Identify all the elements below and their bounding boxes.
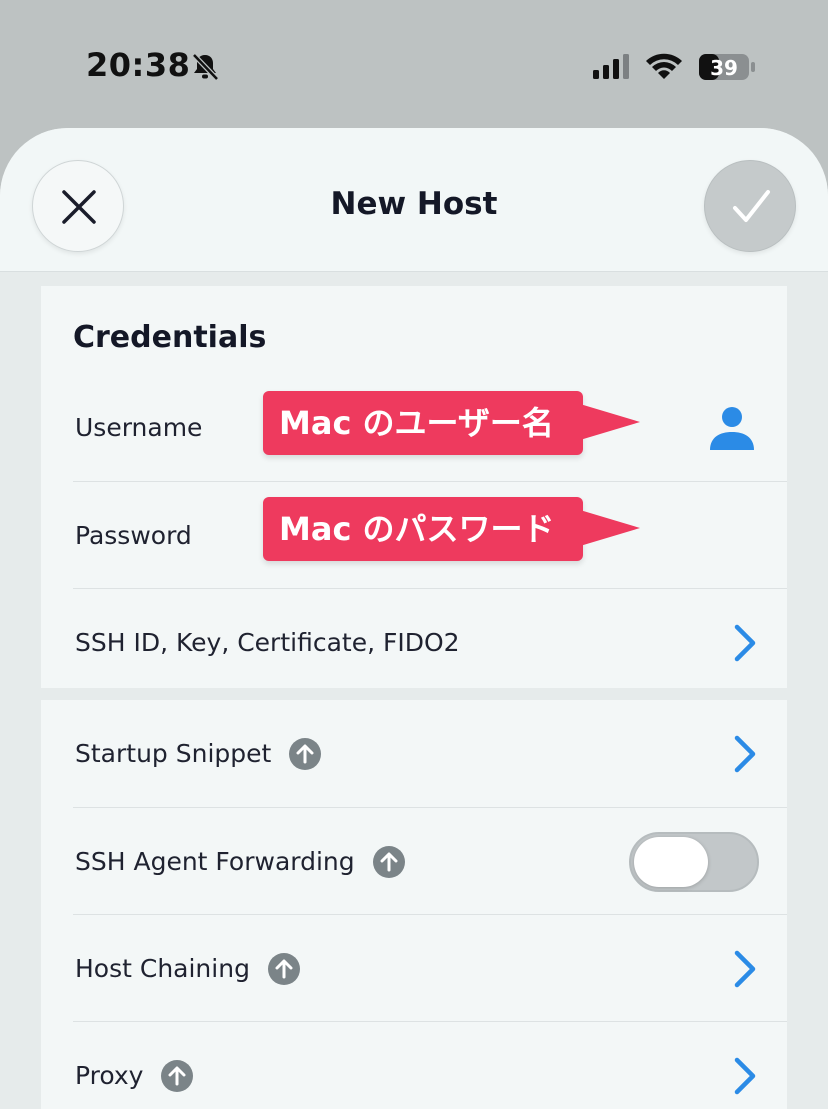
sheet-header: New Host (0, 128, 828, 272)
password-callout: Mac のパスワード (263, 497, 583, 561)
proxy-row[interactable]: Proxy (73, 1021, 787, 1109)
username-callout-tail (580, 404, 640, 440)
status-bar: 20:38 39 (0, 0, 828, 128)
ssh-agent-forwarding-row: SSH Agent Forwarding (73, 807, 787, 914)
status-time: 20:38 (86, 46, 191, 84)
advanced-section: Startup Snippet SSH Agent Forwarding Hos… (41, 700, 787, 1109)
battery-icon: 39 (699, 54, 755, 80)
wifi-icon (646, 53, 682, 79)
upgrade-arrow-icon (161, 1059, 194, 1092)
credentials-section: Credentials Username Password SSH ID, Ke… (41, 286, 787, 688)
upgrade-arrow-icon (372, 845, 405, 878)
person-icon[interactable] (707, 404, 757, 452)
chevron-right-icon (734, 950, 756, 988)
host-chaining-label: Host Chaining (75, 954, 250, 983)
startup-snippet-label: Startup Snippet (75, 739, 272, 768)
section-title-credentials: Credentials (73, 320, 267, 355)
bell-slash-icon (192, 53, 219, 81)
cellular-signal-icon (593, 54, 629, 79)
new-host-sheet: New Host Credentials Username Password S… (0, 128, 828, 1109)
username-callout: Mac のユーザー名 (263, 391, 583, 455)
checkmark-icon (733, 190, 770, 222)
chevron-right-icon (734, 624, 756, 662)
host-chaining-row[interactable]: Host Chaining (73, 914, 787, 1021)
chevron-right-icon (734, 735, 756, 773)
confirm-button[interactable] (704, 160, 796, 252)
ssh-agent-forwarding-label: SSH Agent Forwarding (75, 847, 355, 876)
chevron-right-icon (734, 1057, 756, 1095)
password-callout-tail (580, 510, 640, 546)
ssh-agent-forwarding-toggle[interactable] (629, 832, 759, 892)
ssh-credentials-row[interactable]: SSH ID, Key, Certificate, FIDO2 (73, 588, 787, 695)
upgrade-arrow-icon (289, 737, 322, 770)
username-label: Username (75, 413, 203, 442)
password-label: Password (75, 521, 192, 550)
battery-level: 39 (710, 56, 738, 80)
toggle-knob (634, 837, 708, 887)
ssh-credentials-label: SSH ID, Key, Certificate, FIDO2 (75, 628, 460, 657)
upgrade-arrow-icon (267, 952, 300, 985)
startup-snippet-row[interactable]: Startup Snippet (73, 700, 787, 807)
proxy-label: Proxy (75, 1061, 144, 1090)
